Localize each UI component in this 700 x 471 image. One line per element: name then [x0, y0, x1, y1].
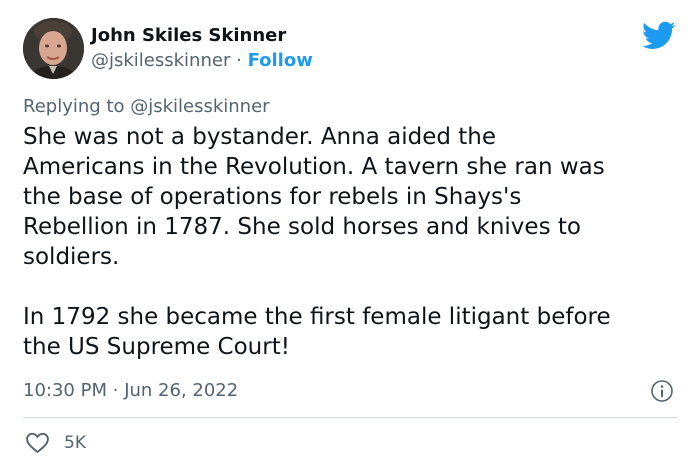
- twitter-bird-icon[interactable]: [642, 20, 676, 50]
- tweet-line: Rebellion in 1787. She sold horses and k…: [23, 214, 581, 240]
- author-handle[interactable]: @jskilesskinner: [91, 50, 230, 71]
- author-name[interactable]: John Skiles Skinner: [91, 24, 313, 48]
- handle-separator: ·: [236, 50, 242, 71]
- replying-to-label: Replying to: [23, 96, 125, 117]
- tweet-line: Americans in the Revolution. A tavern sh…: [23, 154, 605, 180]
- tweet-line: She was not a bystander. Anna aided the: [23, 124, 497, 150]
- like-count: 5K: [64, 433, 86, 453]
- tweet-line: the US Supreme Court!: [23, 334, 290, 360]
- follow-button[interactable]: Follow: [248, 50, 313, 71]
- tweet-time[interactable]: 10:30 PM: [23, 380, 107, 401]
- tweet-card: John Skiles Skinner @jskilesskinner · Fo…: [0, 0, 700, 471]
- tweet-line: In 1792 she became the first female liti…: [23, 304, 611, 330]
- replying-to: Replying to @jskilesskinner: [23, 95, 270, 119]
- user-meta: John Skiles Skinner @jskilesskinner · Fo…: [91, 24, 313, 74]
- tweet-line: soldiers.: [23, 244, 120, 270]
- divider: [23, 417, 677, 418]
- info-icon[interactable]: [650, 379, 674, 403]
- avatar[interactable]: [23, 18, 84, 79]
- replying-to-handle[interactable]: @jskilesskinner: [130, 96, 269, 117]
- heart-icon: [26, 432, 49, 453]
- tweet-header: John Skiles Skinner @jskilesskinner · Fo…: [23, 17, 677, 81]
- tweet-text: She was not a bystander. Anna aided the …: [23, 122, 683, 362]
- like-button[interactable]: 5K: [25, 430, 86, 456]
- tweet-line: the base of operations for rebels in Sha…: [23, 184, 522, 210]
- timestamp-separator: ·: [112, 380, 119, 401]
- avatar-image: [23, 18, 84, 79]
- handle-row: @jskilesskinner · Follow: [91, 48, 313, 74]
- tweet-date[interactable]: Jun 26, 2022: [124, 380, 238, 401]
- timestamp-row: 10:30 PM · Jun 26, 2022: [23, 379, 238, 403]
